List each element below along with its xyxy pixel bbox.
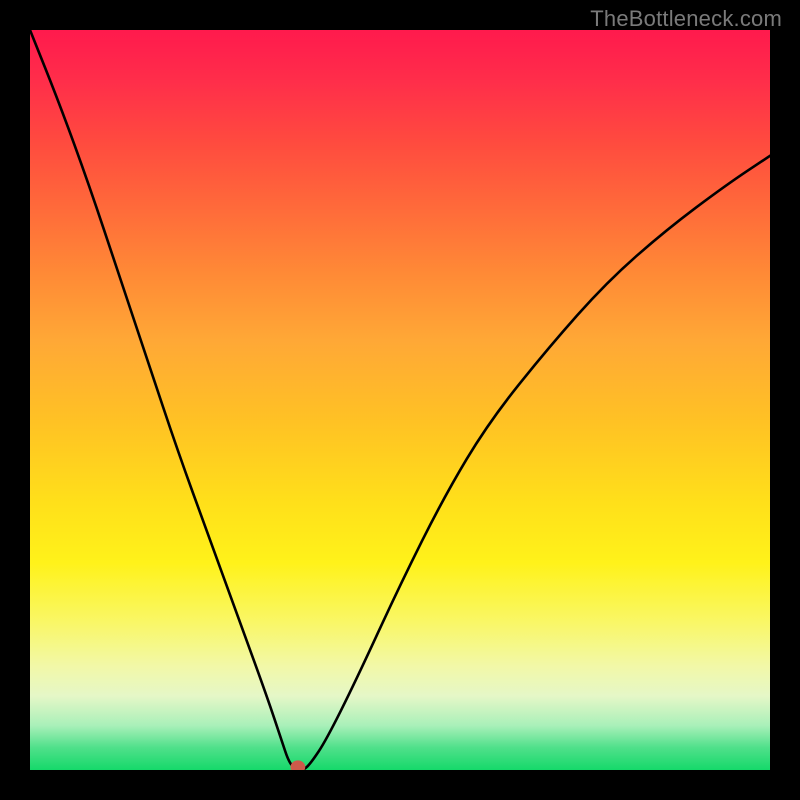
bottleneck-point-marker [290, 760, 305, 770]
watermark-text: TheBottleneck.com [590, 6, 782, 32]
bottleneck-curve-path [30, 30, 770, 770]
chart-frame: TheBottleneck.com [0, 0, 800, 800]
plot-svg [30, 30, 770, 770]
plot-area [30, 30, 770, 770]
